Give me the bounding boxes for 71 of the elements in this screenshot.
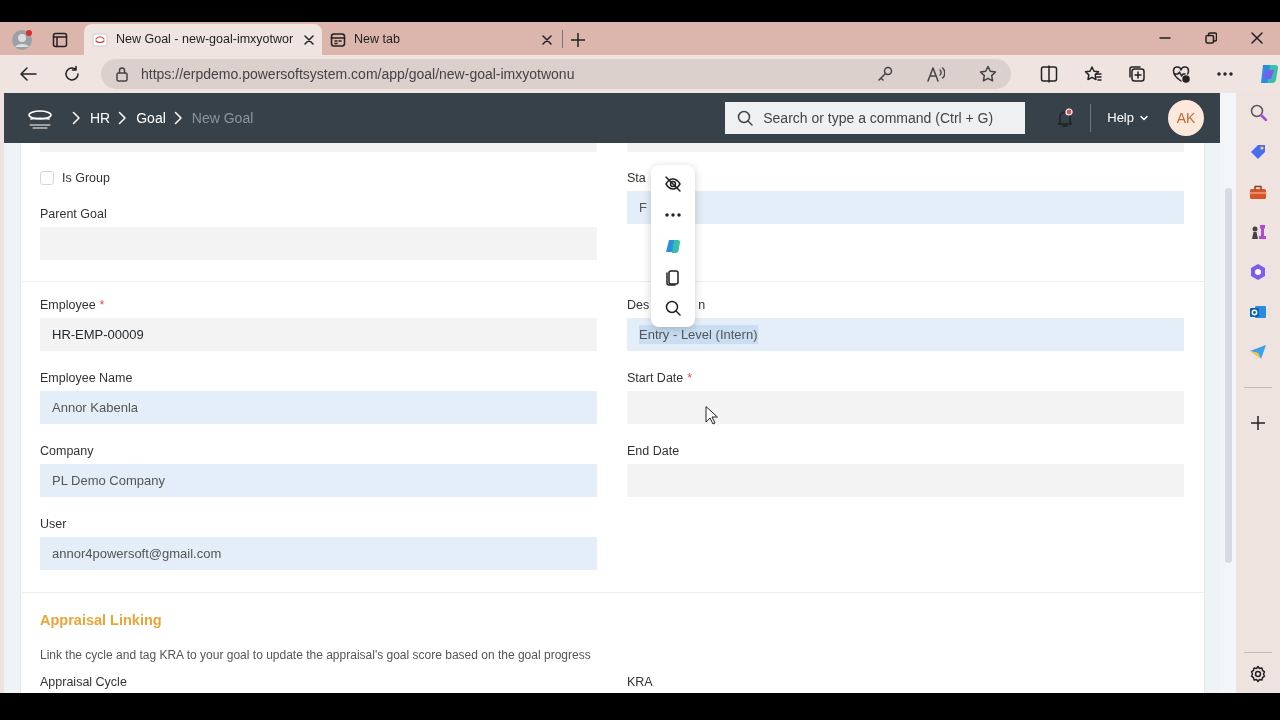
input-field[interactable]: HR-EMP-00009 — [40, 318, 597, 351]
field-label: Company — [40, 443, 94, 460]
breadcrumb-link[interactable]: HR — [90, 107, 111, 129]
new-tab-icon[interactable] — [571, 32, 585, 47]
breadcrumb-link[interactable]: New Goal — [191, 107, 254, 129]
field-label: Sta — [627, 170, 646, 187]
field-label: Start Date — [627, 370, 684, 387]
checkbox-label: Is Group — [62, 169, 110, 187]
tag-icon[interactable] — [1249, 143, 1267, 161]
chess-pieces-icon[interactable] — [1249, 223, 1267, 241]
section-description: Link the cycle and tag KRA to your goal to update the appraisal's goal score based on the goal progress — [40, 647, 592, 664]
copilot-icon[interactable] — [664, 237, 682, 255]
split-screen-icon[interactable] — [1040, 65, 1058, 83]
field-label: Employee Name — [40, 370, 133, 387]
health-icon[interactable] — [1172, 65, 1190, 83]
chevron-icon — [173, 111, 182, 125]
hexagon-logo-icon[interactable] — [1249, 263, 1267, 281]
required-mark: * — [99, 297, 105, 314]
input-field[interactable]: Annor Kabenla — [40, 391, 597, 424]
app-logo-icon — [92, 31, 108, 48]
settings-icon[interactable] — [1249, 665, 1267, 683]
new-tab-page-icon — [330, 31, 346, 48]
help-menu[interactable]: Help — [1107, 108, 1148, 128]
field-label: Appraisal Cycle — [40, 674, 127, 691]
caret-icon — [1140, 115, 1148, 121]
star-icon[interactable] — [979, 65, 997, 83]
lock-icon — [115, 66, 129, 82]
field-label: End Date — [627, 443, 680, 460]
tab-actions-icon[interactable] — [52, 31, 68, 48]
restore-icon[interactable] — [1205, 31, 1217, 44]
profile-icon[interactable] — [11, 28, 33, 51]
chevron-icon — [72, 111, 80, 125]
mouse-cursor-icon — [705, 406, 718, 425]
input-field[interactable]: annor4powersoft@gmail.com — [40, 537, 597, 570]
field-label: User — [40, 516, 67, 533]
copy-icon[interactable] — [664, 267, 682, 286]
back-icon[interactable] — [19, 66, 37, 82]
close-icon[interactable] — [542, 34, 552, 45]
breadcrumb-link[interactable]: Goal — [136, 107, 166, 129]
search-field[interactable]: Search or type a command (Ctrl + G) — [725, 102, 1026, 134]
field-label: Des — [627, 297, 650, 314]
mail-icon[interactable] — [1249, 303, 1267, 321]
notification-bell-icon[interactable] — [1055, 108, 1076, 128]
required-mark: * — [687, 370, 693, 387]
address-bar[interactable]: https://erpdemo.powersoftsystem.com/app/goal/new-goal-imxyotwonu — [101, 59, 1011, 89]
field-label: n — [698, 297, 706, 314]
section-title: Appraisal Linking — [40, 611, 163, 630]
search-icon[interactable] — [1249, 103, 1267, 121]
browser-tab[interactable]: New Goal - new-goal-imxyotwor — [84, 24, 322, 55]
add-icon[interactable] — [1251, 416, 1265, 430]
key-icon[interactable] — [877, 66, 893, 82]
input-field[interactable]: PL Demo Company — [40, 464, 597, 497]
field-label: KRA — [627, 674, 653, 691]
toolbox-icon[interactable] — [1249, 183, 1267, 201]
field-label: Employee — [40, 297, 96, 314]
hide-icon[interactable] — [664, 175, 682, 194]
input-field[interactable]: F — [627, 191, 1184, 224]
read-aloud-icon[interactable] — [927, 66, 945, 82]
field-label: Parent Goal — [40, 206, 107, 223]
collections-icon[interactable] — [1128, 65, 1146, 83]
refresh-icon[interactable] — [63, 65, 81, 83]
search-icon — [737, 110, 754, 126]
close-icon[interactable] — [304, 34, 314, 45]
close-icon[interactable] — [1251, 31, 1263, 44]
browser-tab[interactable]: New tab — [322, 24, 560, 55]
chevron-icon — [118, 111, 127, 125]
input-field[interactable]: Entry - Level (Intern) — [627, 318, 1184, 351]
search-icon[interactable] — [664, 298, 682, 317]
app-logo-icon[interactable] — [26, 107, 54, 129]
checkbox[interactable] — [40, 171, 54, 185]
favorites-icon[interactable] — [1084, 65, 1102, 83]
